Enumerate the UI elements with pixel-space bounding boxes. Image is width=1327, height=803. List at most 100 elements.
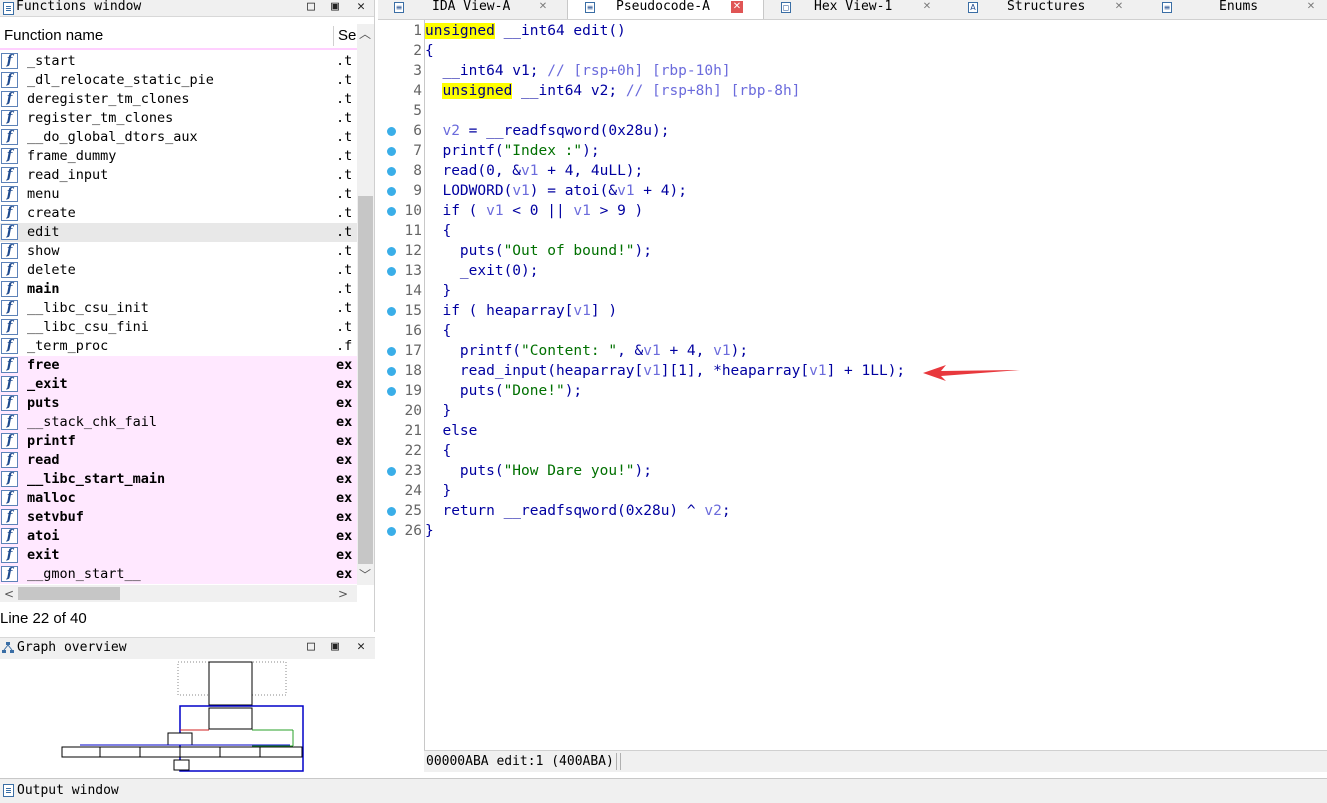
function-row[interactable]: f setvbuf ex xyxy=(0,508,357,527)
float-icon[interactable]: ▣ xyxy=(328,639,342,655)
code-line[interactable]: 23 puts("How Dare you!"); xyxy=(378,461,1327,481)
float-icon[interactable]: ▣ xyxy=(328,0,342,15)
code-line[interactable]: 17 printf("Content: ", &v1 + 4, v1); xyxy=(378,341,1327,361)
breakpoint-dot-icon[interactable] xyxy=(387,307,396,316)
scroll-left-arrow-icon[interactable]: < xyxy=(4,587,14,601)
restore-icon[interactable]: □ xyxy=(304,639,318,655)
breakpoint-dot-icon[interactable] xyxy=(387,347,396,356)
breakpoint-dot-icon[interactable] xyxy=(387,147,396,156)
function-row[interactable]: f create .t xyxy=(0,204,357,223)
close-icon[interactable]: ✕ xyxy=(354,0,368,15)
breakpoint-dot-icon[interactable] xyxy=(387,467,396,476)
function-row[interactable]: f atoi ex xyxy=(0,527,357,546)
code-line[interactable]: 8 read(0, &v1 + 4, 4uLL); xyxy=(378,161,1327,181)
code-text[interactable]: if ( heaparray[v1] ) xyxy=(425,301,617,321)
function-row[interactable]: f deregister_tm_clones .t xyxy=(0,90,357,109)
code-line[interactable]: 4 unsigned __int64 v2; // [rsp+8h] [rbp-… xyxy=(378,81,1327,101)
function-row[interactable]: f __do_global_dtors_aux .t xyxy=(0,128,357,147)
tab-close-icon[interactable]: ✕ xyxy=(921,1,933,13)
code-text[interactable]: printf("Content: ", &v1 + 4, v1); xyxy=(425,341,748,361)
code-text[interactable]: { xyxy=(425,321,451,341)
function-row[interactable]: f menu .t xyxy=(0,185,357,204)
scroll-down-arrow-icon[interactable]: ﹀ xyxy=(359,566,371,583)
function-row[interactable]: f printf ex xyxy=(0,432,357,451)
function-row[interactable]: f free ex xyxy=(0,356,357,375)
function-row[interactable]: f __libc_start_main ex xyxy=(0,470,357,489)
function-row[interactable]: f read_input .t xyxy=(0,166,357,185)
restore-icon[interactable]: □ xyxy=(304,0,318,15)
breakpoint-dot-icon[interactable] xyxy=(387,127,396,136)
function-row[interactable]: f edit .t xyxy=(0,223,357,242)
code-line[interactable]: 3 __int64 v1; // [rsp+0h] [rbp-10h] xyxy=(378,61,1327,81)
function-row[interactable]: f register_tm_clones .t xyxy=(0,109,357,128)
code-line[interactable]: 12 puts("Out of bound!"); xyxy=(378,241,1327,261)
tab-close-icon[interactable]: ✕ xyxy=(1305,1,1317,13)
tab-close-icon[interactable]: ✕ xyxy=(1113,1,1125,13)
code-line[interactable]: 2{ xyxy=(378,41,1327,61)
code-text[interactable]: } xyxy=(425,521,434,541)
tab-close-icon[interactable]: ✕ xyxy=(537,1,549,13)
code-text[interactable]: { xyxy=(425,41,434,61)
code-text[interactable]: v2 = __readfsqword(0x28u); xyxy=(425,121,669,141)
scroll-up-arrow-icon[interactable]: ︿ xyxy=(359,25,371,42)
code-text[interactable]: { xyxy=(425,221,451,241)
code-text[interactable]: { xyxy=(425,441,451,461)
breakpoint-dot-icon[interactable] xyxy=(387,247,396,256)
code-line[interactable]: 20 } xyxy=(378,401,1327,421)
tab-ida-view-a[interactable]: ≡ IDA View-A ✕ xyxy=(378,0,554,19)
output-window-titlebar[interactable]: Output window xyxy=(0,778,1327,803)
function-row[interactable]: f read ex xyxy=(0,451,357,470)
column-function-name[interactable]: Function name xyxy=(4,24,103,48)
code-text[interactable]: else xyxy=(425,421,477,441)
function-row[interactable]: f __libc_csu_fini .t xyxy=(0,318,357,337)
pane-divider[interactable] xyxy=(374,0,375,632)
code-text[interactable]: } xyxy=(425,401,451,421)
tab-structures[interactable]: A Structures ✕ xyxy=(952,0,1142,19)
code-text[interactable]: __int64 v1; // [rsp+0h] [rbp-10h] xyxy=(425,61,730,81)
code-text[interactable]: unsigned __int64 v2; // [rsp+8h] [rbp-8h… xyxy=(425,81,800,101)
code-line[interactable]: 19 puts("Done!"); xyxy=(378,381,1327,401)
tab-hex-view-1[interactable]: ◻ Hex View-1 ✕ xyxy=(764,0,949,19)
breakpoint-dot-icon[interactable] xyxy=(387,167,396,176)
function-row[interactable]: f show .t xyxy=(0,242,357,261)
breakpoint-dot-icon[interactable] xyxy=(387,187,396,196)
code-line[interactable]: 5 xyxy=(378,101,1327,121)
breakpoint-dot-icon[interactable] xyxy=(387,267,396,276)
function-row[interactable]: f __libc_csu_init .t xyxy=(0,299,357,318)
function-row[interactable]: f _exit ex xyxy=(0,375,357,394)
code-line[interactable]: 24 } xyxy=(378,481,1327,501)
function-row[interactable]: f _dl_relocate_static_pie .t xyxy=(0,71,357,90)
code-line[interactable]: 18 read_input(heaparray[v1][1], *heaparr… xyxy=(378,361,1327,381)
code-line[interactable]: 15 if ( heaparray[v1] ) xyxy=(378,301,1327,321)
function-row[interactable]: f delete .t xyxy=(0,261,357,280)
function-row[interactable]: f _term_proc .f xyxy=(0,337,357,356)
code-line[interactable]: 21 else xyxy=(378,421,1327,441)
breakpoint-dot-icon[interactable] xyxy=(387,387,396,396)
code-text[interactable]: } xyxy=(425,481,451,501)
function-row[interactable]: f __stack_chk_fail ex xyxy=(0,413,357,432)
code-line[interactable]: 11 { xyxy=(378,221,1327,241)
function-row[interactable]: f frame_dummy .t xyxy=(0,147,357,166)
pseudocode-view[interactable]: 1 unsigned __int64 edit() 2{3 __int64 v1; … xyxy=(378,20,1327,750)
code-text[interactable]: } xyxy=(425,281,451,301)
code-text[interactable]: puts("Out of bound!"); xyxy=(425,241,652,261)
function-row[interactable]: f puts ex xyxy=(0,394,357,413)
breakpoint-dot-icon[interactable] xyxy=(387,367,396,376)
code-text[interactable]: LODWORD(v1) = atoi(&v1 + 4); xyxy=(425,181,687,201)
tab-pseudocode-a[interactable]: ≡ Pseudocode-A ✕ xyxy=(567,0,764,19)
breakpoint-dot-icon[interactable] xyxy=(387,507,396,516)
code-text[interactable]: puts("Done!"); xyxy=(425,381,582,401)
code-text[interactable]: unsigned __int64 edit() xyxy=(425,21,626,41)
code-line[interactable]: 25 return __readfsqword(0x28u) ^ v2; xyxy=(378,501,1327,521)
code-line[interactable]: 16 { xyxy=(378,321,1327,341)
scroll-right-arrow-icon[interactable]: > xyxy=(338,587,348,601)
functions-vertical-scroll-thumb[interactable] xyxy=(358,196,373,564)
graph-overview-minimap[interactable] xyxy=(0,659,375,774)
code-line[interactable]: 9 LODWORD(v1) = atoi(&v1 + 4); xyxy=(378,181,1327,201)
code-line[interactable]: 1 unsigned __int64 edit() xyxy=(378,21,1327,41)
function-row[interactable]: f malloc ex xyxy=(0,489,357,508)
tab-close-icon[interactable]: ✕ xyxy=(731,1,743,13)
tab-enums[interactable]: ≡ Enums ✕ xyxy=(1145,0,1327,19)
functions-horizontal-scroll-thumb[interactable] xyxy=(18,587,120,600)
graph-overview-canvas[interactable] xyxy=(0,659,375,774)
